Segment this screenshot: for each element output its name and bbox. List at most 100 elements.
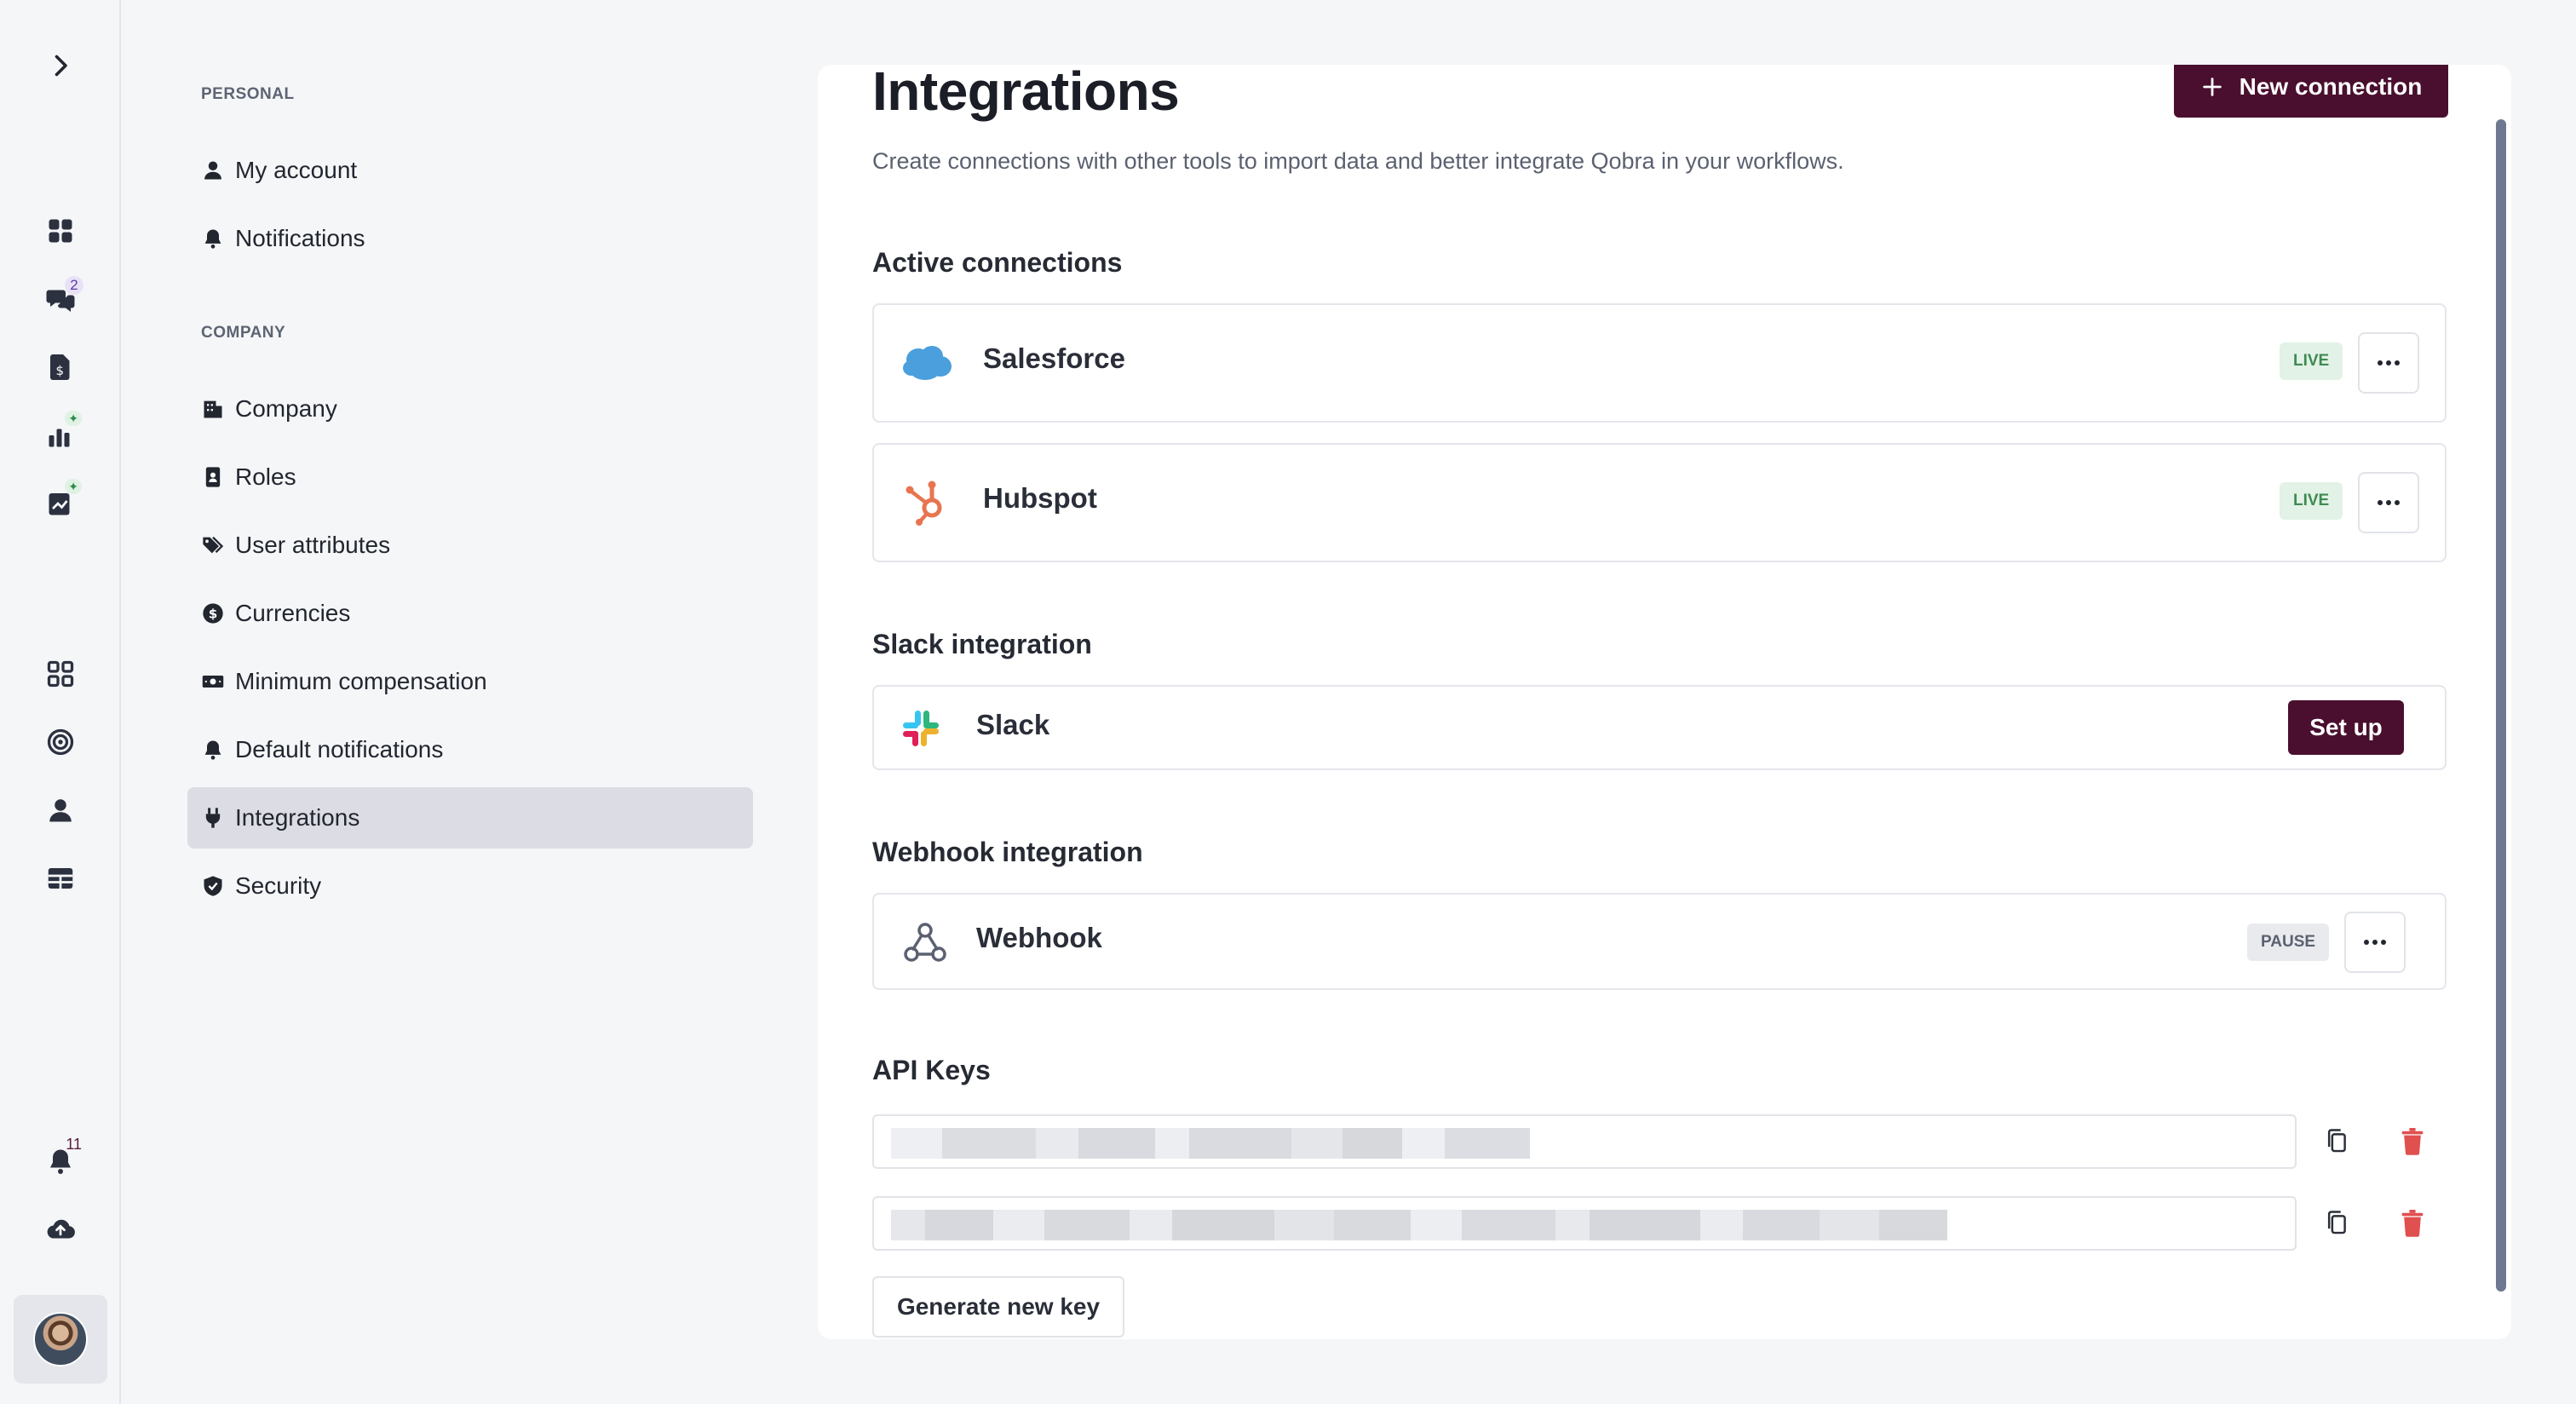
nav-item-my-account[interactable]: My account <box>187 140 753 201</box>
slack-card: Slack Set up <box>872 685 2447 770</box>
more-dots-icon <box>2364 940 2386 945</box>
page-title: Integrations <box>872 65 1180 122</box>
svg-text:$: $ <box>209 606 218 621</box>
panel-scrollbar[interactable] <box>2496 119 2506 1292</box>
nav-item-minimum-compensation[interactable]: Minimum compensation <box>187 651 753 712</box>
nav-item-label: Minimum compensation <box>235 668 487 694</box>
nav-item-label: Security <box>235 872 322 899</box>
delete-key-button[interactable] <box>2389 1118 2436 1165</box>
new-badge-icon: ✦ <box>65 411 82 426</box>
rail-users-button[interactable] <box>31 780 90 840</box>
nav-item-label: Integrations <box>235 804 360 831</box>
rail-statement-button[interactable]: $ <box>31 337 90 397</box>
nav-item-label: Roles <box>235 463 296 490</box>
integrations-panel: Integrations New connection Create conne… <box>818 65 2511 1339</box>
money-bill-icon <box>202 676 224 688</box>
salesforce-logo-icon <box>900 337 954 388</box>
nav-item-label: Default notifications <box>235 736 444 762</box>
nav-item-roles[interactable]: Roles <box>187 446 753 508</box>
rail-target-button[interactable] <box>31 712 90 772</box>
connection-card-salesforce: Salesforce LIVE <box>872 303 2447 423</box>
slack-setup-button[interactable]: Set up <box>2288 700 2404 755</box>
avatar <box>33 1312 88 1367</box>
building-icon <box>204 400 222 418</box>
status-badge: LIVE <box>2280 482 2343 520</box>
api-key-field[interactable] <box>872 1196 2297 1251</box>
user-icon <box>49 799 72 822</box>
dashboard-icon <box>49 219 72 243</box>
svg-text:$: $ <box>55 363 64 378</box>
rail-table-button[interactable] <box>31 849 90 908</box>
status-badge: LIVE <box>2280 342 2343 380</box>
delete-key-button[interactable] <box>2389 1200 2436 1247</box>
nav-item-security[interactable]: Security <box>187 855 753 917</box>
apps-icon <box>47 660 74 688</box>
nav-item-default-notifications[interactable]: Default notifications <box>187 719 753 780</box>
webhook-card: Webhook PAUSE <box>872 893 2447 990</box>
icon-rail: 2 $ ✦ ✦ 11 <box>0 0 121 1404</box>
webhook-name: Webhook <box>976 922 1102 953</box>
scrollbar-thumb[interactable] <box>2496 119 2506 1292</box>
rail-dashboard-button[interactable] <box>31 201 90 261</box>
expand-sidebar-button[interactable] <box>31 36 90 95</box>
status-badge: PAUSE <box>2247 924 2330 961</box>
cloud-upload-icon <box>47 1219 75 1239</box>
hubspot-logo-icon <box>900 475 954 530</box>
bell-icon <box>204 740 221 760</box>
chat-count-badge: 2 <box>65 276 83 295</box>
bell-icon <box>204 229 221 249</box>
copy-key-button[interactable] <box>2314 1200 2361 1247</box>
active-connections-heading: Active connections <box>872 247 1123 278</box>
user-avatar-button[interactable] <box>14 1295 107 1384</box>
shield-icon <box>204 876 222 896</box>
rail-chat-button[interactable]: 2 <box>31 269 90 329</box>
api-key-field[interactable] <box>872 1114 2297 1169</box>
trash-icon <box>2401 1128 2424 1155</box>
nav-item-company[interactable]: Company <box>187 378 753 440</box>
nav-section-personal: PERSONAL <box>201 85 295 103</box>
connection-menu-button[interactable] <box>2358 472 2419 533</box>
slack-integration-heading: Slack integration <box>872 629 1092 659</box>
api-keys-heading: API Keys <box>872 1055 991 1085</box>
rail-apps-button[interactable] <box>31 644 90 704</box>
rail-edit-chart-button[interactable]: ✦ <box>31 474 90 533</box>
nav-item-label: Company <box>235 395 337 422</box>
statement-icon: $ <box>50 354 70 380</box>
webhook-integration-heading: Webhook integration <box>872 837 1143 867</box>
rail-reports-button[interactable]: ✦ <box>31 406 90 465</box>
new-connection-label: New connection <box>2239 73 2423 100</box>
nav-item-notifications[interactable]: Notifications <box>187 208 753 269</box>
slack-logo-icon <box>900 707 942 750</box>
chevron-right-icon <box>55 55 67 77</box>
new-badge-icon: ✦ <box>65 479 82 494</box>
copy-icon <box>2327 1129 2346 1153</box>
trash-icon <box>2401 1210 2424 1237</box>
plus-icon <box>2202 78 2222 96</box>
new-connection-button[interactable]: New connection <box>2174 65 2448 118</box>
page-subtitle: Create connections with other tools to i… <box>872 148 1844 174</box>
nav-item-label: My account <box>235 157 358 183</box>
connection-card-hubspot: Hubspot LIVE <box>872 443 2447 562</box>
more-dots-icon <box>2378 360 2400 365</box>
webhook-logo-icon <box>900 917 951 968</box>
tags-icon <box>203 536 224 554</box>
nav-item-currencies[interactable]: $ Currencies <box>187 583 753 644</box>
rail-notifications-button[interactable]: 11 <box>31 1131 90 1191</box>
copy-icon <box>2327 1211 2346 1234</box>
notification-count-badge: 11 <box>66 1135 82 1153</box>
generate-new-key-button[interactable]: Generate new key <box>872 1276 1124 1338</box>
copy-key-button[interactable] <box>2314 1118 2361 1165</box>
nav-item-label: Currencies <box>235 600 351 626</box>
more-dots-icon <box>2378 500 2400 505</box>
target-icon <box>47 728 74 756</box>
nav-item-user-attributes[interactable]: User attributes <box>187 515 753 576</box>
nav-item-integrations[interactable]: Integrations <box>187 787 753 849</box>
nav-item-label: User attributes <box>235 532 391 558</box>
plug-icon <box>205 808 221 828</box>
connection-menu-button[interactable] <box>2358 332 2419 394</box>
masked-key <box>891 1128 1530 1159</box>
rail-upload-button[interactable] <box>31 1200 90 1259</box>
nav-section-company: COMPANY <box>201 324 286 342</box>
webhook-menu-button[interactable] <box>2344 912 2406 973</box>
connection-name: Hubspot <box>983 482 1097 514</box>
